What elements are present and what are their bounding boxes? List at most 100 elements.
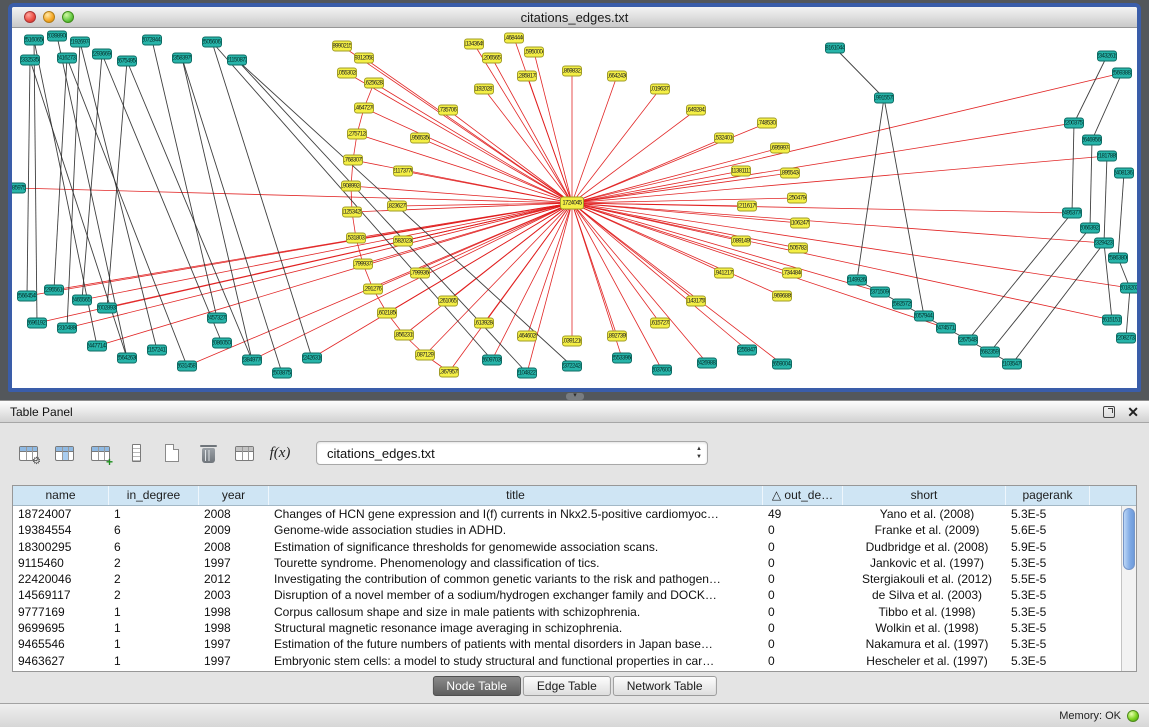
graph-node[interactable]: 18698321 [562,66,582,77]
graph-node[interactable]: 11920287 [474,84,494,95]
graph-node[interactable]: 26314587 [177,361,197,372]
graph-node[interactable]: 10196372 [650,84,670,95]
graph-node[interactable]: 22426310 [302,353,322,364]
graph-node[interactable]: 17683075 [343,155,363,166]
graph-node[interactable]: 15057824 [788,243,808,254]
graph-node[interactable]: 21499268 [847,275,867,286]
graph-node[interactable]: 26823591 [980,347,1000,358]
graph-node[interactable]: 26097039 [482,355,502,366]
graph-node[interactable]: 26469565 [1082,135,1102,146]
graph-node[interactable]: 7985975 [12,183,26,194]
graph-node[interactable]: 25693882 [1112,68,1132,79]
graph-node[interactable]: 26151515 [1102,315,1122,326]
graph-node[interactable]: 21572417 [147,345,167,356]
graph-node[interactable]: 1724045 [560,197,584,210]
graph-node[interactable]: 16492842 [686,105,706,116]
graph-node[interactable]: 23583979 [172,53,192,64]
column-header-0[interactable]: name [13,486,109,505]
graph-node[interactable]: 25664545 [17,291,37,302]
graph-node[interactable]: 11062475 [790,218,810,229]
graph-node[interactable]: 22936694 [92,49,112,60]
graph-node[interactable]: 10391210 [562,336,582,347]
graph-node[interactable]: 24655651 [72,295,92,306]
graph-node[interactable]: 15950004 [524,47,544,58]
graph-node[interactable]: 12504794 [787,193,807,204]
graph-node[interactable]: 8161044 [825,43,845,54]
graph-node[interactable]: 23325358 [20,55,40,66]
network-canvas[interactable]: 1724045121161791138111115324016164928421… [12,28,1137,388]
graph-node[interactable]: 20860503 [212,338,232,349]
graph-node[interactable]: 10891495 [731,236,751,247]
graph-node[interactable]: 14646025 [517,331,537,342]
table-row[interactable]: 1456911722003Disruption of a novel membe… [13,587,1136,603]
graph-node[interactable]: 11381111 [731,166,751,177]
graph-node[interactable]: 9312058 [354,53,374,64]
graph-node[interactable]: 26590042 [772,359,792,370]
graph-node[interactable]: 14684446 [504,33,524,44]
import-table-button[interactable] [230,439,258,467]
vertical-scrollbar[interactable] [1121,506,1136,671]
graph-node[interactable]: 12610651 [438,296,458,307]
graph-node[interactable]: 23849776 [242,355,262,366]
table-row[interactable]: 946554611997Estimation of the future num… [13,636,1136,652]
graph-node[interactable]: 20663923 [1080,223,1100,234]
close-window-button[interactable] [24,11,36,23]
graph-node[interactable]: 17999373 [353,259,373,270]
graph-node[interactable]: 16021856 [377,308,397,319]
table-row[interactable]: 911546021997Tourette syndrome. Phenomeno… [13,555,1136,571]
graph-node[interactable]: 12757128 [347,129,367,140]
split-pane-grip[interactable]: ▾ [566,393,584,400]
graph-node[interactable]: 24745712 [936,323,956,334]
new-file-button[interactable] [158,439,186,467]
table-mode-button[interactable]: ⚙ [14,439,42,467]
column-header-1[interactable]: in_degree [109,486,199,505]
graph-node[interactable]: 21926974 [70,37,90,48]
graph-node[interactable]: 23432619 [1097,51,1117,62]
tab-node-table[interactable]: Node Table [432,676,521,696]
graph-node[interactable]: 12912767 [363,284,383,295]
table-row[interactable]: 1830029562008Estimation of significance … [13,539,1136,555]
delete-columns-button[interactable] [194,439,222,467]
select-columns-button[interactable] [50,439,78,467]
graph-node[interactable]: 26754954 [117,56,137,67]
graph-node[interactable]: 23722424 [562,361,582,372]
graph-node[interactable]: 24953770 [1062,208,1082,219]
minimize-window-button[interactable] [43,11,55,23]
graph-node[interactable]: 21035479 [1002,359,1022,370]
graph-node[interactable]: 11431755 [686,296,706,307]
graph-node[interactable]: 23715094 [870,287,890,298]
graph-node[interactable]: 22675483 [958,335,978,346]
graph-node[interactable]: 19412175 [714,268,734,279]
graph-node[interactable]: 20376003 [652,365,672,376]
table-row[interactable]: 2242004622012Investigating the contribut… [13,571,1136,587]
table-row[interactable]: 946362711997Embryonic stem cells: a mode… [13,653,1136,669]
graph-node[interactable]: 20728441 [142,35,162,46]
graph-node[interactable]: 25863806 [1108,253,1128,264]
graph-node[interactable]: 15318031 [346,233,366,244]
graph-node[interactable]: 15324016 [714,133,734,144]
graph-node[interactable]: 12065657 [482,53,502,64]
graph-node[interactable]: 24269882 [697,358,717,369]
function-builder-button[interactable]: f(x) [266,439,294,467]
graph-node[interactable]: 25825729 [892,299,912,310]
graph-node[interactable]: 18955434 [780,168,800,179]
graph-node[interactable]: 21048227 [517,368,537,379]
graph-node[interactable]: 26961927 [27,318,47,329]
graph-node[interactable]: 16139284 [474,318,494,329]
graph-node[interactable]: 10553028 [337,68,357,79]
graph-node[interactable]: 22003757 [1064,118,1084,129]
graph-node[interactable]: 23294237 [1094,238,1114,249]
close-panel-icon[interactable]: ✕ [1127,405,1139,419]
graph-node[interactable]: 19915575 [874,93,894,104]
column-header-4[interactable]: △ out_de… [763,486,843,505]
table-row[interactable]: 977716911998Corpus callosum shape and si… [13,604,1136,620]
graph-node[interactable]: 24477143 [87,341,107,352]
graph-node[interactable]: 25056061 [202,37,222,48]
maximize-window-button[interactable] [62,11,74,23]
table-selector-dropdown[interactable]: citations_edges.txt ▲▼ [316,441,708,465]
graph-node[interactable]: 25642630 [117,353,137,364]
graph-node[interactable]: 17344846 [782,268,802,279]
graph-node[interactable]: 16256283 [364,78,384,89]
graph-node[interactable]: 20579441 [914,311,934,322]
graph-node[interactable]: 21817889 [1097,151,1117,162]
